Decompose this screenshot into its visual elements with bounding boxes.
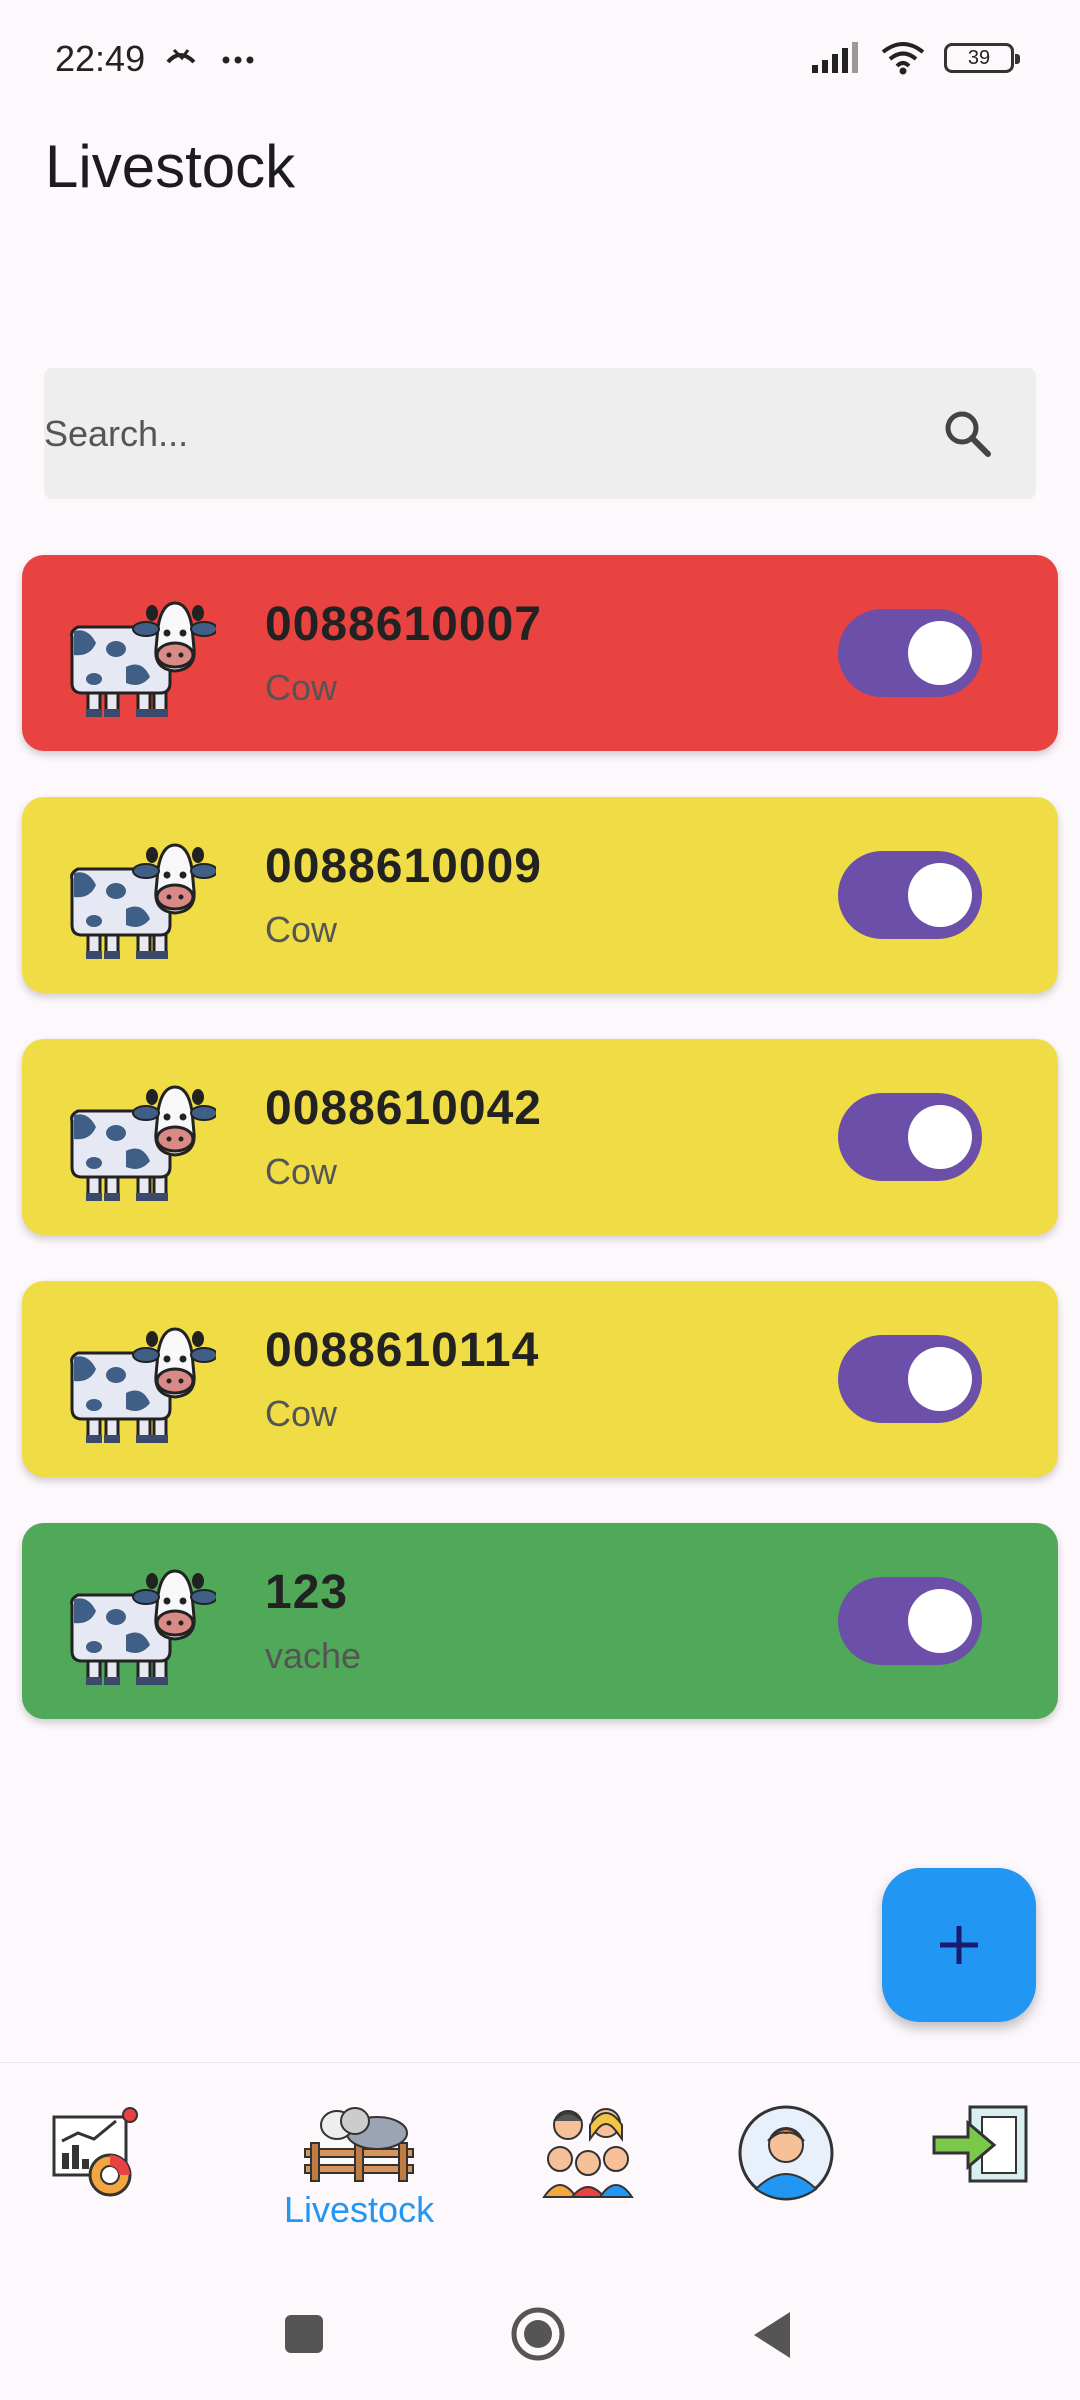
logout-icon — [932, 2105, 1028, 2183]
animal-toggle[interactable] — [838, 1093, 982, 1181]
plus-icon — [940, 1926, 978, 1964]
animal-tag: 123 — [265, 1566, 349, 1619]
nav-livestock-label: Livestock — [284, 2189, 435, 2230]
page-title: Livestock — [45, 133, 296, 200]
animal-tag: 0088610007 — [265, 598, 542, 651]
animal-card[interactable]: 123 vache — [22, 1523, 1058, 1719]
animal-species: Cow — [265, 1393, 338, 1434]
status-bar: 22:49 39 — [0, 0, 1080, 120]
nav-livestock[interactable]: Livestock — [284, 2103, 434, 2253]
back-icon[interactable] — [750, 2310, 794, 2360]
cow-icon — [70, 1569, 216, 1685]
cow-icon — [70, 843, 216, 959]
nav-profile[interactable] — [736, 2103, 836, 2253]
animal-species: Cow — [265, 909, 338, 950]
wifi-icon — [881, 42, 925, 75]
animal-tag: 0088610009 — [265, 840, 542, 893]
nav-logout[interactable] — [932, 2103, 1032, 2253]
animal-card[interactable]: 0088610042 Cow — [22, 1039, 1058, 1235]
animal-list: 0088610007 Cow 0088610009 Cow 0088610042 Co… — [22, 555, 1058, 1765]
battery-indicator: 39 — [944, 43, 1020, 73]
animal-card[interactable]: 0088610114 Cow — [22, 1281, 1058, 1477]
cow-icon — [70, 601, 216, 717]
status-left-icons — [160, 40, 280, 81]
toggle-knob — [908, 863, 972, 927]
animal-card[interactable]: 0088610007 Cow — [22, 555, 1058, 751]
people-group-icon — [542, 2108, 634, 2198]
animal-tag: 0088610042 — [265, 1082, 542, 1135]
toggle-knob — [908, 621, 972, 685]
animal-card[interactable]: 0088610009 Cow — [22, 797, 1058, 993]
search-input[interactable] — [44, 368, 924, 499]
toggle-knob — [908, 1347, 972, 1411]
toggle-knob — [908, 1105, 972, 1169]
search-bar[interactable] — [44, 368, 1036, 499]
nav-users[interactable] — [540, 2103, 636, 2253]
dashboard-chart-icon — [52, 2107, 138, 2197]
animal-species: vache — [265, 1635, 362, 1676]
animal-species: Cow — [265, 1151, 338, 1192]
cow-icon — [70, 1085, 216, 1201]
animal-toggle[interactable] — [838, 851, 982, 939]
animal-toggle[interactable] — [838, 1335, 982, 1423]
nav-dashboard[interactable] — [48, 2103, 148, 2253]
animal-species: Cow — [265, 667, 338, 708]
status-right-icons: 39 — [810, 40, 1020, 76]
home-icon[interactable] — [510, 2306, 566, 2362]
recent-apps-icon[interactable] — [284, 2314, 324, 2354]
bottom-navigation: Livestock — [0, 2062, 1080, 2268]
livestock-icon — [304, 2107, 415, 2182]
search-icon[interactable] — [940, 406, 996, 462]
animal-toggle[interactable] — [838, 609, 982, 697]
animal-tag: 0088610114 — [265, 1324, 540, 1377]
toggle-knob — [908, 1589, 972, 1653]
system-navigation-bar — [0, 2268, 1080, 2400]
status-time: 22:49 — [55, 38, 146, 79]
cow-icon — [70, 1327, 216, 1443]
signal-icon — [812, 42, 858, 73]
profile-avatar-icon — [738, 2105, 834, 2201]
add-animal-button[interactable] — [882, 1868, 1036, 2022]
missed-call-icon — [166, 48, 254, 64]
animal-toggle[interactable] — [838, 1577, 982, 1665]
